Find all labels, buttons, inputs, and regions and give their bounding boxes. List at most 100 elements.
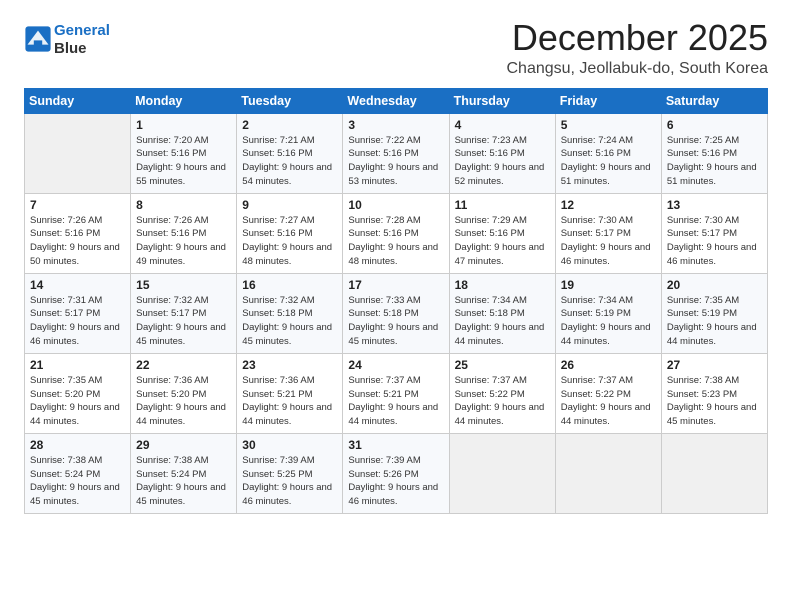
calendar-cell: 14 Sunrise: 7:31 AM Sunset: 5:17 PM Dayli… — [25, 273, 131, 353]
day-info: Sunrise: 7:27 AM Sunset: 5:16 PM Dayligh… — [242, 214, 337, 269]
calendar-cell — [449, 433, 555, 513]
day-number: 9 — [242, 198, 337, 212]
day-number: 11 — [455, 198, 550, 212]
day-info: Sunrise: 7:38 AM Sunset: 5:23 PM Dayligh… — [667, 374, 762, 429]
day-number: 6 — [667, 118, 762, 132]
page-header: General Blue December 2025 Changsu, Jeol… — [24, 18, 768, 78]
day-info: Sunrise: 7:39 AM Sunset: 5:26 PM Dayligh… — [348, 454, 443, 509]
calendar-cell: 2 Sunrise: 7:21 AM Sunset: 5:16 PM Daylig… — [237, 113, 343, 193]
day-info: Sunrise: 7:30 AM Sunset: 5:17 PM Dayligh… — [561, 214, 656, 269]
calendar-cell: 12 Sunrise: 7:30 AM Sunset: 5:17 PM Dayli… — [555, 193, 661, 273]
logo-icon — [24, 25, 52, 53]
day-info: Sunrise: 7:21 AM Sunset: 5:16 PM Dayligh… — [242, 134, 337, 189]
logo-text: General Blue — [54, 22, 110, 58]
calendar-cell: 17 Sunrise: 7:33 AM Sunset: 5:18 PM Dayli… — [343, 273, 449, 353]
day-info: Sunrise: 7:35 AM Sunset: 5:19 PM Dayligh… — [667, 294, 762, 349]
day-info: Sunrise: 7:32 AM Sunset: 5:17 PM Dayligh… — [136, 294, 231, 349]
day-info: Sunrise: 7:20 AM Sunset: 5:16 PM Dayligh… — [136, 134, 231, 189]
day-info: Sunrise: 7:36 AM Sunset: 5:20 PM Dayligh… — [136, 374, 231, 429]
day-number: 4 — [455, 118, 550, 132]
day-info: Sunrise: 7:37 AM Sunset: 5:22 PM Dayligh… — [455, 374, 550, 429]
day-number: 21 — [30, 358, 125, 372]
day-info: Sunrise: 7:26 AM Sunset: 5:16 PM Dayligh… — [136, 214, 231, 269]
day-number: 17 — [348, 278, 443, 292]
day-info: Sunrise: 7:22 AM Sunset: 5:16 PM Dayligh… — [348, 134, 443, 189]
calendar-cell: 19 Sunrise: 7:34 AM Sunset: 5:19 PM Dayli… — [555, 273, 661, 353]
calendar-cell — [25, 113, 131, 193]
calendar-week-row: 28 Sunrise: 7:38 AM Sunset: 5:24 PM Dayli… — [25, 433, 768, 513]
calendar-cell: 30 Sunrise: 7:39 AM Sunset: 5:25 PM Dayli… — [237, 433, 343, 513]
calendar-week-row: 7 Sunrise: 7:26 AM Sunset: 5:16 PM Daylig… — [25, 193, 768, 273]
day-info: Sunrise: 7:37 AM Sunset: 5:21 PM Dayligh… — [348, 374, 443, 429]
calendar-week-row: 14 Sunrise: 7:31 AM Sunset: 5:17 PM Dayli… — [25, 273, 768, 353]
calendar-cell — [661, 433, 767, 513]
day-info: Sunrise: 7:26 AM Sunset: 5:16 PM Dayligh… — [30, 214, 125, 269]
day-number: 2 — [242, 118, 337, 132]
day-info: Sunrise: 7:28 AM Sunset: 5:16 PM Dayligh… — [348, 214, 443, 269]
calendar-week-row: 21 Sunrise: 7:35 AM Sunset: 5:20 PM Dayli… — [25, 353, 768, 433]
calendar-cell: 7 Sunrise: 7:26 AM Sunset: 5:16 PM Daylig… — [25, 193, 131, 273]
day-info: Sunrise: 7:23 AM Sunset: 5:16 PM Dayligh… — [455, 134, 550, 189]
day-number: 14 — [30, 278, 125, 292]
day-info: Sunrise: 7:30 AM Sunset: 5:17 PM Dayligh… — [667, 214, 762, 269]
calendar-cell: 27 Sunrise: 7:38 AM Sunset: 5:23 PM Dayli… — [661, 353, 767, 433]
day-number: 16 — [242, 278, 337, 292]
calendar-cell: 31 Sunrise: 7:39 AM Sunset: 5:26 PM Dayli… — [343, 433, 449, 513]
day-info: Sunrise: 7:37 AM Sunset: 5:22 PM Dayligh… — [561, 374, 656, 429]
header-cell-friday: Friday — [555, 88, 661, 113]
day-number: 27 — [667, 358, 762, 372]
calendar-cell: 21 Sunrise: 7:35 AM Sunset: 5:20 PM Dayli… — [25, 353, 131, 433]
logo: General Blue — [24, 22, 110, 58]
calendar-cell: 28 Sunrise: 7:38 AM Sunset: 5:24 PM Dayli… — [25, 433, 131, 513]
calendar-cell: 13 Sunrise: 7:30 AM Sunset: 5:17 PM Dayli… — [661, 193, 767, 273]
day-number: 20 — [667, 278, 762, 292]
day-info: Sunrise: 7:39 AM Sunset: 5:25 PM Dayligh… — [242, 454, 337, 509]
header-row: SundayMondayTuesdayWednesdayThursdayFrid… — [25, 88, 768, 113]
calendar-cell: 3Sunrise: 7:22 AM Sunset: 5:16 PM Daylig… — [343, 113, 449, 193]
calendar-cell: 10Sunrise: 7:28 AM Sunset: 5:16 PM Dayli… — [343, 193, 449, 273]
month-title: December 2025 — [506, 18, 768, 58]
day-info: Sunrise: 7:34 AM Sunset: 5:18 PM Dayligh… — [455, 294, 550, 349]
day-number: 15 — [136, 278, 231, 292]
day-number: 8 — [136, 198, 231, 212]
calendar-cell: 24 Sunrise: 7:37 AM Sunset: 5:21 PM Dayli… — [343, 353, 449, 433]
calendar-cell: 22 Sunrise: 7:36 AM Sunset: 5:20 PM Dayli… — [131, 353, 237, 433]
calendar-cell: 1Sunrise: 7:20 AM Sunset: 5:16 PM Daylig… — [131, 113, 237, 193]
calendar-cell: 25 Sunrise: 7:37 AM Sunset: 5:22 PM Dayli… — [449, 353, 555, 433]
day-number: 22 — [136, 358, 231, 372]
calendar-week-row: 1Sunrise: 7:20 AM Sunset: 5:16 PM Daylig… — [25, 113, 768, 193]
day-info: Sunrise: 7:33 AM Sunset: 5:18 PM Dayligh… — [348, 294, 443, 349]
day-number: 24 — [348, 358, 443, 372]
day-number: 19 — [561, 278, 656, 292]
day-info: Sunrise: 7:35 AM Sunset: 5:20 PM Dayligh… — [30, 374, 125, 429]
day-number: 12 — [561, 198, 656, 212]
header-cell-monday: Monday — [131, 88, 237, 113]
day-number: 31 — [348, 438, 443, 452]
day-info: Sunrise: 7:25 AM Sunset: 5:16 PM Dayligh… — [667, 134, 762, 189]
header-cell-saturday: Saturday — [661, 88, 767, 113]
day-number: 7 — [30, 198, 125, 212]
day-number: 26 — [561, 358, 656, 372]
calendar-cell: 5Sunrise: 7:24 AM Sunset: 5:16 PM Daylig… — [555, 113, 661, 193]
location-title: Changsu, Jeollabuk-do, South Korea — [506, 60, 768, 78]
calendar-cell: 29Sunrise: 7:38 AM Sunset: 5:24 PM Dayli… — [131, 433, 237, 513]
calendar-cell — [555, 433, 661, 513]
day-info: Sunrise: 7:32 AM Sunset: 5:18 PM Dayligh… — [242, 294, 337, 349]
calendar-cell: 4 Sunrise: 7:23 AM Sunset: 5:16 PM Daylig… — [449, 113, 555, 193]
day-number: 18 — [455, 278, 550, 292]
day-info: Sunrise: 7:29 AM Sunset: 5:16 PM Dayligh… — [455, 214, 550, 269]
day-info: Sunrise: 7:38 AM Sunset: 5:24 PM Dayligh… — [30, 454, 125, 509]
day-number: 13 — [667, 198, 762, 212]
header-cell-wednesday: Wednesday — [343, 88, 449, 113]
day-number: 30 — [242, 438, 337, 452]
day-info: Sunrise: 7:34 AM Sunset: 5:19 PM Dayligh… — [561, 294, 656, 349]
calendar-cell: 8 Sunrise: 7:26 AM Sunset: 5:16 PM Daylig… — [131, 193, 237, 273]
day-info: Sunrise: 7:24 AM Sunset: 5:16 PM Dayligh… — [561, 134, 656, 189]
calendar-cell: 18 Sunrise: 7:34 AM Sunset: 5:18 PM Dayli… — [449, 273, 555, 353]
header-cell-sunday: Sunday — [25, 88, 131, 113]
calendar-cell: 9 Sunrise: 7:27 AM Sunset: 5:16 PM Daylig… — [237, 193, 343, 273]
day-number: 28 — [30, 438, 125, 452]
calendar-cell: 16 Sunrise: 7:32 AM Sunset: 5:18 PM Dayli… — [237, 273, 343, 353]
day-number: 25 — [455, 358, 550, 372]
day-info: Sunrise: 7:31 AM Sunset: 5:17 PM Dayligh… — [30, 294, 125, 349]
